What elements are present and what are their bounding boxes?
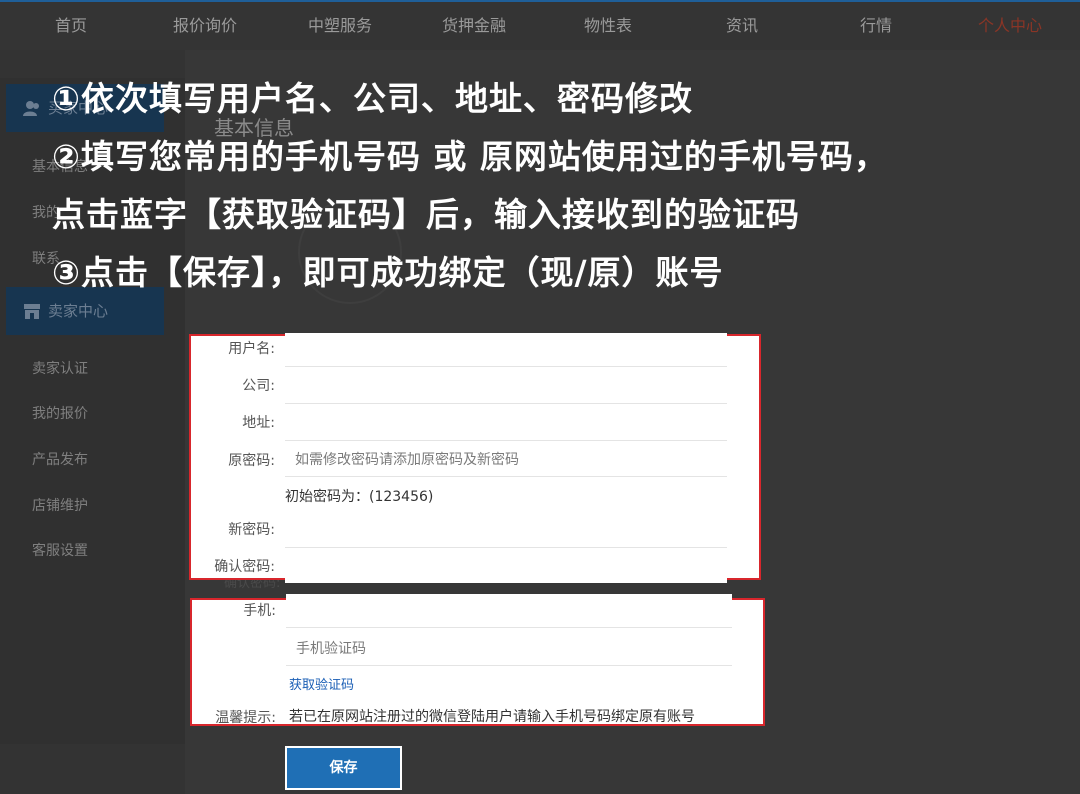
profile-form-highlight: 用户名: 公司: 地址: 原密码: 初始密码为：(123456) 新密码: 确认… xyxy=(189,333,761,583)
new-password-input[interactable] xyxy=(285,514,727,548)
old-password-label: 原密码: xyxy=(228,453,275,469)
username-input[interactable] xyxy=(285,333,727,367)
sidebar-item-service-settings[interactable]: 客服设置 xyxy=(32,540,88,560)
phone-label: 手机: xyxy=(243,603,276,619)
address-label: 地址: xyxy=(242,415,275,431)
sidebar-item-seller-verify[interactable]: 卖家认证 xyxy=(32,358,88,378)
tip-label: 温馨提示: xyxy=(215,710,276,726)
instruction-line-2: ②填写您常用的手机号码 或 原网站使用过的手机号码， xyxy=(52,137,888,176)
nav-item-quotes[interactable]: 报价询价 xyxy=(155,2,255,50)
user-icon xyxy=(23,101,39,116)
instruction-line-3: 点击蓝字【获取验证码】后，输入接收到的验证码 xyxy=(52,195,800,234)
nav-item-properties[interactable]: 物性表 xyxy=(558,2,658,50)
address-input[interactable] xyxy=(285,407,727,441)
sidebar-item-product-publish[interactable]: 产品发布 xyxy=(32,449,88,469)
instruction-line-1: ①依次填写用户名、公司、地址、密码修改 xyxy=(52,79,693,118)
old-password-input[interactable] xyxy=(285,443,727,477)
confirm-password-input[interactable] xyxy=(285,549,727,583)
save-button[interactable]: 保存 xyxy=(285,746,402,790)
company-label: 公司: xyxy=(242,378,275,394)
instruction-overlay: ①依次填写用户名、公司、地址、密码修改 ②填写您常用的手机号码 或 原网站使用过… xyxy=(52,70,1062,302)
company-input[interactable] xyxy=(285,370,727,404)
nav-item-services[interactable]: 中塑服务 xyxy=(290,2,390,50)
instruction-line-4: ③点击【保存】，即可成功绑定（现/原）账号 xyxy=(52,253,724,292)
phone-form-highlight: 手机: 获取验证码 温馨提示: 若已在原网站注册过的微信登陆用户请输入手机号码绑… xyxy=(190,594,765,726)
username-label: 用户名: xyxy=(228,341,275,357)
nav-item-market[interactable]: 行情 xyxy=(826,2,926,50)
store-icon xyxy=(24,304,40,319)
sidebar-header-seller-label: 卖家中心 xyxy=(48,302,109,320)
nav-item-news[interactable]: 资讯 xyxy=(692,2,792,50)
nav-item-personal-center[interactable]: 个人中心 xyxy=(960,2,1060,50)
nav-item-finance[interactable]: 货押金融 xyxy=(424,2,524,50)
sidebar-item-my-quotes[interactable]: 我的报价 xyxy=(32,403,88,423)
get-code-link[interactable]: 获取验证码 xyxy=(289,674,354,693)
nav-item-home[interactable]: 首页 xyxy=(21,2,121,50)
initial-password-hint: 初始密码为：(123456) xyxy=(285,489,434,505)
tip-text: 若已在原网站注册过的微信登陆用户请输入手机号码绑定原有账号 xyxy=(289,709,695,725)
top-nav: 首页 报价询价 中塑服务 货押金融 物性表 资讯 行情 个人中心 xyxy=(0,0,1080,50)
phone-input[interactable] xyxy=(286,594,732,628)
sidebar-item-shop-maintenance[interactable]: 店铺维护 xyxy=(32,495,88,515)
confirm-password-label: 确认密码: xyxy=(214,559,275,575)
sms-code-input[interactable] xyxy=(286,632,732,666)
new-password-label: 新密码: xyxy=(228,522,275,538)
